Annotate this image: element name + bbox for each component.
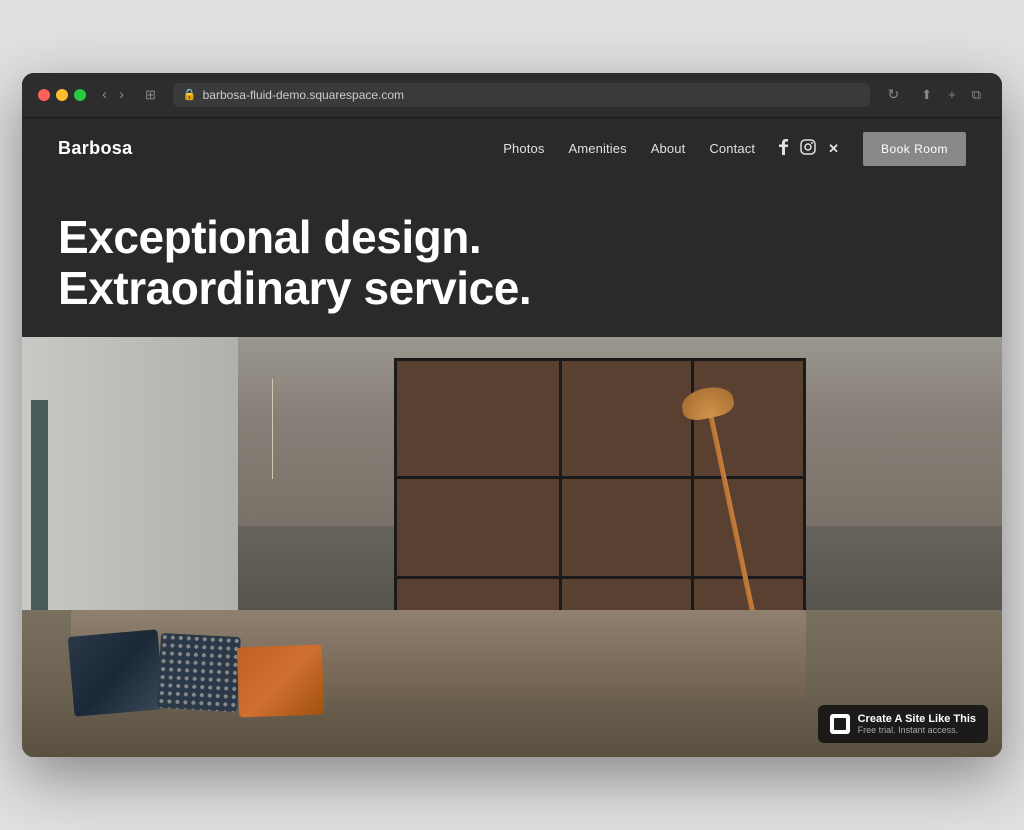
squarespace-logo-icon (830, 714, 850, 734)
twitter-icon[interactable]: ✕ (828, 141, 839, 157)
browser-actions: ⬆ + ⧉ (916, 85, 986, 105)
squarespace-logo-inner (834, 718, 846, 730)
lock-icon: 🔒 (183, 88, 197, 101)
hero-section: Exceptional design. Extraordinary servic… (22, 180, 1002, 757)
browser-navigation: ‹ › (98, 85, 128, 104)
maximize-button[interactable] (74, 89, 86, 101)
browser-chrome: ‹ › ⊞ 🔒 barbosa-fluid-demo.squarespace.c… (22, 73, 1002, 118)
macrame-decor (257, 379, 287, 479)
squarespace-badge[interactable]: Create A Site Like This Free trial. Inst… (818, 705, 988, 743)
instagram-icon[interactable] (800, 139, 816, 158)
forward-button[interactable]: › (115, 85, 128, 104)
squarespace-badge-text: Create A Site Like This Free trial. Inst… (858, 713, 976, 735)
facebook-icon[interactable] (779, 139, 788, 158)
interior-scene: Create A Site Like This Free trial. Inst… (22, 337, 1002, 757)
traffic-lights (38, 89, 86, 101)
macrame-hang (272, 379, 273, 479)
nav-link-contact[interactable]: Contact (709, 141, 755, 156)
reload-button[interactable]: ↻ (882, 84, 904, 105)
new-tab-button[interactable]: + (943, 85, 961, 104)
pillow-orange (236, 644, 323, 717)
shelf-divider (394, 476, 806, 479)
squarespace-badge-subtitle: Free trial. Instant access. (858, 725, 976, 735)
sidebar-toggle-button[interactable]: ⊞ (140, 85, 161, 105)
hero-tagline: Exceptional design. Extraordinary servic… (22, 180, 1002, 337)
pillow-dark-blue (68, 629, 165, 717)
website-content: Barbosa Photos Amenities About Contact (22, 118, 1002, 757)
hero-headline: Exceptional design. Extraordinary servic… (58, 212, 966, 313)
social-icons: ✕ (779, 139, 839, 158)
pillow-spotted (157, 633, 241, 712)
hero-image: Create A Site Like This Free trial. Inst… (22, 337, 1002, 757)
nav-link-amenities[interactable]: Amenities (568, 141, 626, 156)
site-navigation: Photos Amenities About Contact (503, 132, 966, 166)
minimize-button[interactable] (56, 89, 68, 101)
nav-link-photos[interactable]: Photos (503, 141, 544, 156)
squarespace-badge-title: Create A Site Like This (858, 713, 976, 725)
address-bar[interactable]: 🔒 barbosa-fluid-demo.squarespace.com (173, 83, 871, 107)
nav-link-about[interactable]: About (651, 141, 686, 156)
share-button[interactable]: ⬆ (916, 85, 937, 105)
tabs-button[interactable]: ⧉ (967, 85, 986, 105)
url-display: barbosa-fluid-demo.squarespace.com (203, 88, 404, 102)
close-button[interactable] (38, 89, 50, 101)
back-button[interactable]: ‹ (98, 85, 111, 104)
book-room-button[interactable]: Book Room (863, 132, 966, 166)
site-header: Barbosa Photos Amenities About Contact (22, 118, 1002, 180)
site-logo[interactable]: Barbosa (58, 138, 133, 159)
browser-window: ‹ › ⊞ 🔒 barbosa-fluid-demo.squarespace.c… (22, 73, 1002, 757)
